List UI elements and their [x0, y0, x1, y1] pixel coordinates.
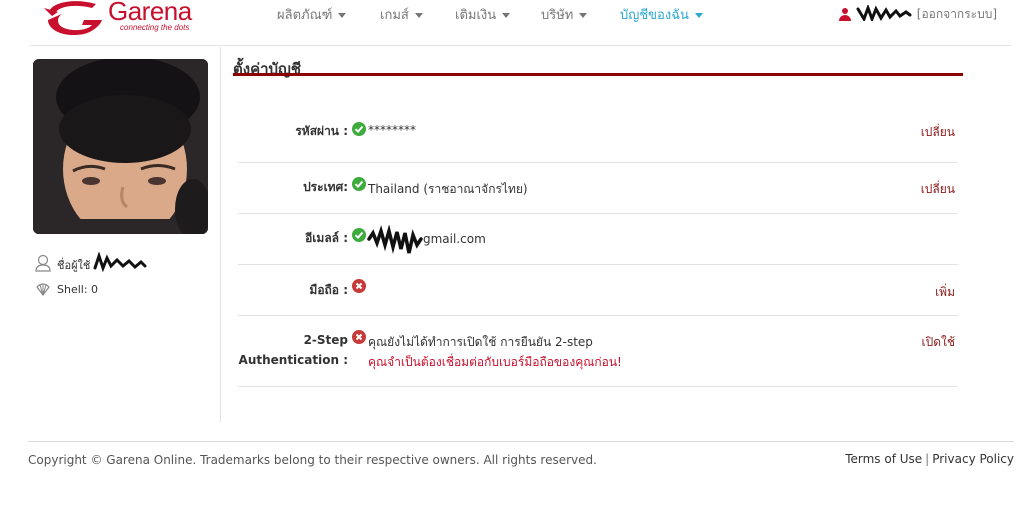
shell-balance: Shell: 0 — [57, 283, 99, 296]
password-value: ******** — [368, 123, 416, 137]
twostep-status: คุณยังไม่ได้ทำการเปิดใช้ การยืนยัน 2-ste… — [368, 335, 593, 349]
country-value: Thailand (ราชอาณาจักรไทย) — [368, 182, 528, 196]
email-redaction-scribble — [367, 225, 423, 254]
page-title: ตั้งค่าบัญชี — [233, 60, 302, 78]
nav-item-my-account[interactable]: บัญชีของฉัน — [620, 4, 703, 25]
user-icon — [838, 8, 851, 21]
chevron-down-icon — [414, 13, 423, 18]
garena-logo-icon — [44, 1, 102, 36]
privacy-policy-link[interactable]: Privacy Policy — [932, 452, 1014, 466]
check-icon — [352, 177, 366, 191]
chevron-down-icon — [502, 13, 511, 18]
nav-item-company[interactable]: บริษัท — [541, 4, 588, 25]
check-icon — [352, 122, 366, 136]
user-menu: [ออกจากระบบ] — [838, 3, 997, 24]
enable-2step-link[interactable]: เปิดใช้ — [921, 333, 955, 352]
nav-item-games[interactable]: เกมส์ — [380, 4, 423, 25]
user-outline-icon — [35, 254, 51, 272]
cross-icon — [352, 330, 366, 344]
garena-logo[interactable]: Garena connecting the dots — [44, 0, 214, 38]
redaction-scribble — [856, 3, 912, 24]
chevron-down-icon — [694, 13, 703, 18]
settings-row-country: ประเทศ: Thailand (ราชอาณาจักรไทย) เปลี่ย… — [238, 163, 958, 214]
chevron-down-icon — [338, 13, 347, 18]
profile-photo-image — [33, 59, 208, 234]
nav-item-topup[interactable]: เติมเงิน — [455, 4, 511, 25]
top-header: Garena connecting the dots ผลิตภัณฑ์ เกม… — [0, 0, 1019, 40]
password-label: รหัสผ่าน : — [295, 124, 348, 138]
username-label: ชื่อผู้ใช้ — [57, 259, 91, 272]
terms-of-use-link[interactable]: Terms of Use — [845, 452, 922, 466]
footer-links: Terms of Use | Privacy Policy — [845, 452, 1014, 466]
title-underline — [233, 73, 963, 76]
settings-row-password: รหัสผ่าน : ******** เปลี่ยน — [238, 112, 958, 163]
mobile-label: มือถือ : — [309, 283, 348, 297]
username-redaction-scribble — [93, 252, 147, 272]
settings-row-2step: 2-Step Authentication : คุณยังไม่ได้ทำกา… — [238, 316, 958, 387]
twostep-requirement-note: คุณจำเป็นต้องเชื่อมต่อกับเบอร์มือถือของค… — [368, 355, 622, 369]
shell-icon — [36, 283, 50, 296]
country-label: ประเทศ: — [303, 180, 348, 194]
add-mobile-link[interactable]: เพิ่ม — [935, 283, 955, 302]
footer-separator: | — [925, 452, 930, 466]
check-icon — [352, 228, 366, 242]
sidebar-divider — [220, 47, 221, 422]
brand-tagline: connecting the dots — [120, 23, 190, 32]
username-redacted[interactable] — [856, 3, 912, 24]
cross-icon — [352, 279, 366, 293]
settings-row-mobile: มือถือ : เพิ่ม — [238, 265, 958, 316]
change-password-link[interactable]: เปลี่ยน — [921, 123, 955, 142]
email-label: อีเมลล์ : — [305, 231, 348, 245]
logout-link[interactable]: [ออกจากระบบ] — [917, 5, 997, 24]
email-value: gmail.com — [423, 232, 486, 246]
footer-divider — [28, 441, 1014, 442]
settings-row-email: อีเมลล์ : gmail.com — [238, 214, 958, 265]
change-country-link[interactable]: เปลี่ยน — [921, 180, 955, 199]
chevron-down-icon — [579, 13, 588, 18]
twostep-label-line1: 2-Step — [303, 333, 348, 347]
twostep-label-line2: Authentication : — [238, 353, 348, 367]
nav-item-products[interactable]: ผลิตภัณฑ์ — [277, 4, 347, 25]
copyright-text: Copyright © Garena Online. Trademarks be… — [28, 453, 597, 467]
header-divider — [30, 45, 1011, 46]
profile-photo — [33, 59, 208, 234]
